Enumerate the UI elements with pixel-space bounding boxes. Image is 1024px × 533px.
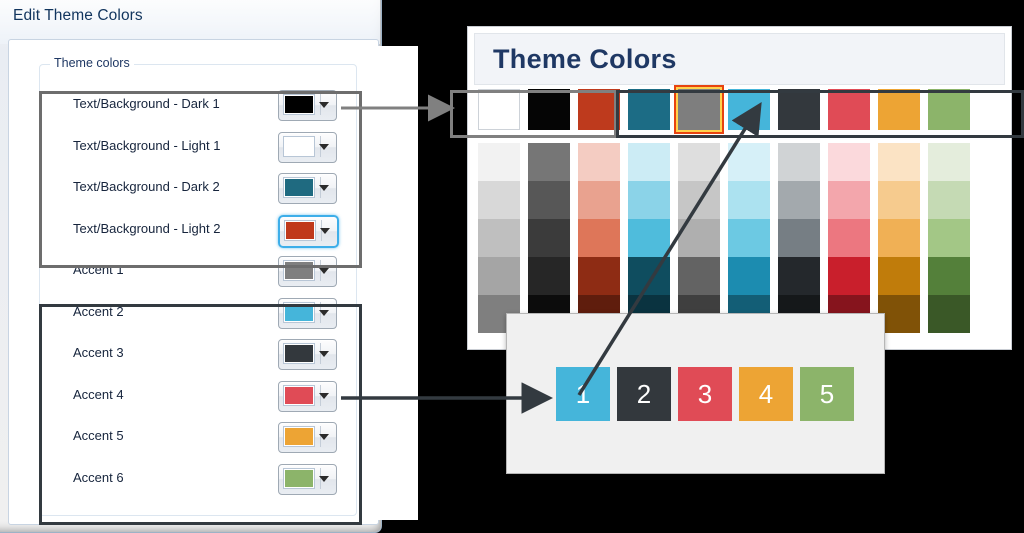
- tint-swatch[interactable]: [928, 295, 970, 333]
- tint-swatch[interactable]: [528, 257, 570, 295]
- tint-swatch[interactable]: [828, 219, 870, 257]
- accent-number-box: 2: [617, 367, 671, 421]
- tint-swatch[interactable]: [878, 219, 920, 257]
- tint-swatch[interactable]: [678, 257, 720, 295]
- chevron-down-icon[interactable]: [319, 268, 329, 274]
- dialog-content-area: Theme colors Text/Background - Dark 1 Tex…: [15, 46, 418, 525]
- theme-tint-grid: [478, 143, 970, 333]
- tint-swatch[interactable]: [828, 257, 870, 295]
- tint-swatch[interactable]: [578, 181, 620, 219]
- callout-box-text-background: [450, 90, 617, 138]
- tint-swatch[interactable]: [628, 257, 670, 295]
- tint-swatch[interactable]: [778, 181, 820, 219]
- callout-box-accents: [616, 90, 1024, 138]
- accent-number-label: 5: [819, 378, 835, 409]
- tint-swatch[interactable]: [578, 257, 620, 295]
- tint-swatch[interactable]: [728, 219, 770, 257]
- accent-number-box: 3: [678, 367, 732, 421]
- tint-swatch[interactable]: [628, 143, 670, 181]
- tint-swatch[interactable]: [478, 143, 520, 181]
- tint-swatch[interactable]: [878, 181, 920, 219]
- tint-column: [528, 143, 570, 333]
- tint-swatch[interactable]: [728, 143, 770, 181]
- tint-swatch[interactable]: [578, 143, 620, 181]
- tint-swatch[interactable]: [728, 181, 770, 219]
- tint-swatch[interactable]: [928, 219, 970, 257]
- tint-swatch[interactable]: [778, 219, 820, 257]
- tint-swatch[interactable]: [828, 181, 870, 219]
- tint-swatch[interactable]: [928, 143, 970, 181]
- dialog-title: Edit Theme Colors: [13, 7, 143, 24]
- numbered-accent-boxes: 1 2 3 4 5: [556, 367, 854, 421]
- tint-swatch[interactable]: [828, 143, 870, 181]
- tint-swatch[interactable]: [928, 181, 970, 219]
- tint-swatch[interactable]: [628, 219, 670, 257]
- tint-column: [578, 143, 620, 333]
- tint-swatch[interactable]: [878, 143, 920, 181]
- edit-theme-colors-dialog: Edit Theme Colors Theme colors Text/Back…: [0, 0, 418, 533]
- accent-number-label: 4: [758, 378, 774, 409]
- tint-swatch[interactable]: [528, 143, 570, 181]
- tint-swatch[interactable]: [778, 143, 820, 181]
- theme-colors-heading: Theme Colors: [493, 44, 677, 74]
- tint-swatch[interactable]: [928, 257, 970, 295]
- accent-number-box: 5: [800, 367, 854, 421]
- screenshot-root: Edit Theme Colors Theme colors Text/Back…: [0, 0, 1024, 533]
- theme-colors-group-label: Theme colors: [50, 56, 134, 70]
- tint-swatch[interactable]: [778, 257, 820, 295]
- tint-swatch[interactable]: [478, 181, 520, 219]
- theme-colors-panel: Theme Colors: [467, 26, 1012, 350]
- tint-column: [778, 143, 820, 333]
- accent-number-label: 3: [697, 378, 713, 409]
- tint-swatch[interactable]: [628, 181, 670, 219]
- accent-number-label: 1: [575, 378, 591, 409]
- highlight-text-background-rows: [39, 91, 362, 268]
- tint-column: [628, 143, 670, 333]
- accent-number-label: 2: [636, 378, 652, 409]
- tint-swatch[interactable]: [728, 257, 770, 295]
- tint-swatch[interactable]: [678, 219, 720, 257]
- tint-swatch[interactable]: [478, 257, 520, 295]
- accent-number-box: 4: [739, 367, 793, 421]
- highlight-accent-rows: [39, 304, 362, 525]
- tint-column: [878, 143, 920, 333]
- tint-swatch[interactable]: [678, 143, 720, 181]
- tint-column: [828, 143, 870, 333]
- tint-swatch[interactable]: [478, 219, 520, 257]
- tint-swatch[interactable]: [678, 181, 720, 219]
- accent-preview-popup: 1 2 3 4 5: [506, 313, 885, 474]
- tint-column: [728, 143, 770, 333]
- tint-swatch[interactable]: [878, 257, 920, 295]
- tint-swatch[interactable]: [528, 219, 570, 257]
- tint-swatch[interactable]: [528, 181, 570, 219]
- dialog-body: Theme colors Text/Background - Dark 1 Tex…: [8, 39, 418, 525]
- tint-column: [478, 143, 520, 333]
- tint-swatch[interactable]: [578, 219, 620, 257]
- tint-column: [928, 143, 970, 333]
- tint-column: [678, 143, 720, 333]
- theme-colors-panel-header: Theme Colors: [474, 33, 1005, 85]
- accent-number-box: 1: [556, 367, 610, 421]
